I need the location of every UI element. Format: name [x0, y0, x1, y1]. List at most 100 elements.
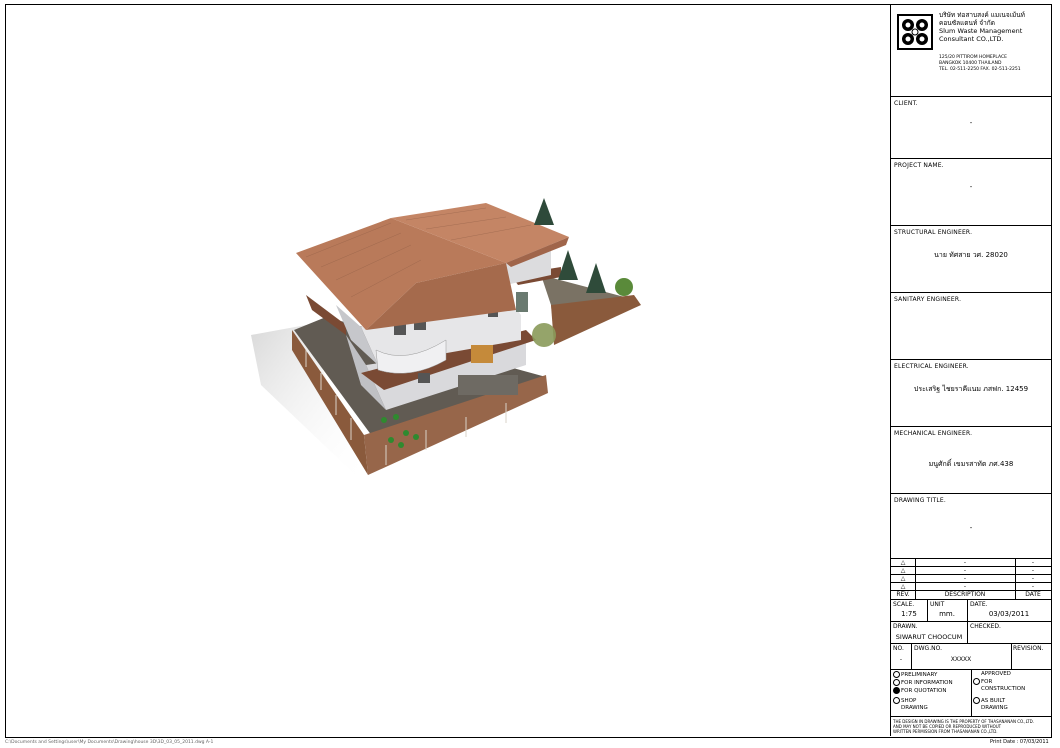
- dwg-no-label: DWG.NO.: [914, 645, 942, 652]
- date-value: 03/03/2011: [988, 610, 1030, 618]
- scale-label: SCALE.: [893, 601, 915, 608]
- dwg-no-value: XXXXX: [950, 656, 972, 663]
- option-preliminary[interactable]: PRELIMINARY: [893, 671, 937, 679]
- option-for-quotation[interactable]: FOR QUOTATION: [893, 687, 946, 695]
- revision-date: -: [1031, 575, 1035, 582]
- electrical-cell: ELECTRICAL ENGINEER. ประเสริฐ ไชยราคีแนม…: [891, 360, 1051, 427]
- status-options: PRELIMINARY FOR INFORMATION FOR QUOTATIO…: [891, 670, 1051, 717]
- company-cell: บริษัท ท่อสาบสงค์ แมเนจเม้นท์ คอนซัลแตนท…: [891, 5, 1051, 97]
- company-fax: FAX. 02-511-2251: [980, 67, 1021, 72]
- revision-triangle-icon: △: [900, 567, 906, 574]
- shop-label: SHOP: [901, 698, 917, 704]
- drawing-title-cell: DRAWING TITLE. -: [891, 494, 1051, 559]
- for-information-label: FOR INFORMATION: [901, 680, 953, 686]
- company-name: บริษัท ท่อสาบสงค์ แมเนจเม้นท์ คอนซัลแตนท…: [939, 11, 1025, 43]
- client-label: CLIENT.: [894, 100, 918, 107]
- tree: [534, 198, 554, 225]
- radio-icon: [973, 678, 980, 685]
- no-value: -: [899, 656, 903, 663]
- dwg-row: NO. - DWG.NO. XXXXX REVISION.: [891, 644, 1051, 670]
- revision-triangle-icon: △: [900, 559, 906, 566]
- approved-for-label: FOR: [981, 679, 993, 685]
- notice-line-3: WRITTEN PERMISSION FROM THASANANAN CO.,L…: [893, 729, 998, 734]
- copyright-notice: THE DESIGN IN DRAWING IS THE PROPERTY OF…: [891, 717, 1051, 736]
- print-date: Print Date : 07/03/2011: [990, 739, 1049, 745]
- project-value: -: [969, 183, 973, 191]
- house-3d-rendering: [251, 198, 641, 485]
- title-block: บริษัท ท่อสาบสงค์ แมเนจเม้นท์ คอนซัลแตนท…: [890, 5, 1051, 736]
- company-tel: TEL. 02-511-2250: [939, 67, 979, 72]
- revision-header-row: REV. DESCRIPTION DATE: [891, 591, 1051, 600]
- mechanical-cell: MECHANICAL ENGINEER. มนูศักดิ์ เขมรสาทัต…: [891, 427, 1051, 494]
- preliminary-label: PRELIMINARY: [901, 672, 938, 678]
- option-shop-drawing[interactable]: SHOP DRAWING: [893, 697, 928, 712]
- company-address: 125/20 PITTIROM HOMEPLACE BANGKOK 10400 …: [939, 55, 1021, 73]
- unit-value: mm.: [939, 610, 955, 618]
- drawing-sheet: บริษัท ท่อสาบสงค์ แมเนจเม้นท์ คอนซัลแตนท…: [5, 4, 1052, 738]
- radio-checked-icon: [893, 687, 900, 694]
- approved-label: APPROVED: [981, 671, 1011, 677]
- revision-row: △ - -: [891, 559, 1051, 567]
- radio-icon: [893, 697, 900, 704]
- revision-description: -: [963, 583, 967, 590]
- structural-label: STRUCTURAL ENGINEER.: [894, 229, 973, 236]
- revision-description: -: [963, 567, 967, 574]
- revision-triangle-icon: △: [900, 583, 906, 590]
- scale-row: SCALE. 1:75 UNIT mm. DATE. 03/03/2011: [891, 600, 1051, 622]
- drawn-label: DRAWN.: [893, 623, 918, 630]
- shop-drawing-label: DRAWING: [901, 705, 928, 711]
- structural-value: นาย ทัศสาย วศ. 28020: [934, 251, 1008, 259]
- as-built-label: AS BUILT: [981, 698, 1006, 704]
- option-as-built[interactable]: AS BUILT DRAWING: [973, 697, 1008, 712]
- project-label: PROJECT NAME.: [894, 162, 944, 169]
- drawn-value: SIWARUT CHOOCUM: [895, 633, 963, 641]
- description-header: DESCRIPTION: [944, 591, 986, 598]
- unit-label: UNIT: [930, 601, 945, 608]
- file-path-footer: C:\Documents and Settings\user\My Docume…: [5, 740, 214, 745]
- project-cell: PROJECT NAME. -: [891, 159, 1051, 226]
- approved-construction-label: CONSTRUCTION: [981, 686, 1026, 692]
- revision-description: -: [963, 575, 967, 582]
- date-label: DATE.: [970, 601, 988, 608]
- for-quotation-label: FOR QUOTATION: [901, 688, 947, 694]
- radio-icon: [973, 697, 980, 704]
- mechanical-value: มนูศักดิ์ เขมรสาทัต ภศ.438: [928, 460, 1014, 468]
- revision-row: △ - -: [891, 583, 1051, 591]
- option-for-information[interactable]: FOR INFORMATION: [893, 679, 953, 687]
- mechanical-label: MECHANICAL ENGINEER.: [894, 430, 973, 437]
- no-label: NO.: [893, 645, 904, 652]
- revision-triangle-icon: △: [900, 575, 906, 582]
- company-logo: [897, 14, 933, 50]
- electrical-value: ประเสริฐ ไชยราคีแนม ภสฟก. 12459: [913, 385, 1029, 393]
- revision-table: △ - - △ - - △ - - △ - - REV. DESCRIPTION…: [891, 559, 1051, 600]
- company-name-th2: คอนซัลแตนท์ จำกัด: [939, 19, 995, 27]
- radio-icon: [893, 671, 900, 678]
- as-built-drawing-label: DRAWING: [981, 705, 1008, 711]
- date-header: DATE: [1025, 591, 1041, 598]
- revision-row: △ - -: [891, 567, 1051, 575]
- scale-value: 1:75: [901, 610, 917, 618]
- drawing-title-label: DRAWING TITLE.: [894, 497, 947, 504]
- drawing-area: [6, 5, 890, 736]
- revision-label: REVISION.: [1013, 645, 1044, 652]
- company-name-en1: Slum Waste Management: [939, 27, 1023, 35]
- sanitary-cell: SANITARY ENGINEER.: [891, 293, 1051, 360]
- radio-icon: [893, 679, 900, 686]
- revision-description: -: [963, 559, 967, 566]
- revision-date: -: [1031, 559, 1035, 566]
- revision-row: △ - -: [891, 575, 1051, 583]
- company-name-en2: Consultant CO.,LTD.: [939, 35, 1004, 43]
- drawn-row: DRAWN. SIWARUT CHOOCUM CHECKED.: [891, 622, 1051, 644]
- company-name-th: บริษัท ท่อสาบสงค์ แมเนจเม้นท์: [939, 11, 1025, 19]
- electrical-label: ELECTRICAL ENGINEER.: [894, 363, 969, 370]
- drawing-title-value: -: [969, 524, 973, 532]
- revision-date: -: [1031, 583, 1035, 590]
- structural-cell: STRUCTURAL ENGINEER. นาย ทัศสาย วศ. 2802…: [891, 226, 1051, 293]
- checked-label: CHECKED.: [970, 623, 1001, 630]
- revision-date: -: [1031, 567, 1035, 574]
- rev-header: REV.: [896, 591, 910, 598]
- client-cell: CLIENT. -: [891, 97, 1051, 159]
- option-approved[interactable]: APPROVED FOR CONSTRUCTION: [973, 671, 1025, 693]
- sanitary-label: SANITARY ENGINEER.: [894, 296, 962, 303]
- client-value: -: [969, 119, 973, 127]
